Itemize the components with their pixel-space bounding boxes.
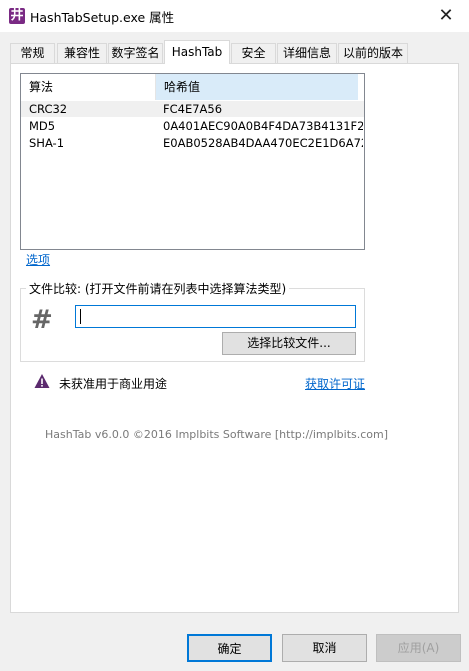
hash-row-md5[interactable]: MD5 0A401AEC90A0B4F4DA73B4131F24...	[21, 118, 364, 134]
algorithm-name: MD5	[29, 119, 56, 133]
file-compare-title: 文件比较: (打开文件前请在列表中选择算法类型)	[26, 280, 290, 297]
hash-value: FC4E7A56	[163, 102, 223, 116]
hash-row-sha1[interactable]: SHA-1 E0AB0528AB4DAA470EC2E1D6A72...	[21, 135, 364, 151]
tab-previous-versions[interactable]: 以前的版本	[338, 43, 408, 63]
select-compare-file-button[interactable]: 选择比较文件...	[222, 332, 356, 355]
tab-digital-signatures[interactable]: 数字签名	[108, 43, 163, 63]
hash-list-header: 算法 哈希值	[21, 74, 364, 100]
get-license-link[interactable]: 获取许可证	[305, 375, 365, 392]
options-link[interactable]: 选项	[26, 251, 50, 268]
tab-details[interactable]: 详细信息	[277, 43, 337, 63]
hash-icon: #	[31, 305, 53, 335]
commercial-use-warning: 未获准用于商业用途	[59, 377, 168, 391]
title-bar: 井 HashTabSetup.exe 属性 ✕	[0, 0, 469, 32]
close-icon[interactable]: ✕	[428, 2, 464, 30]
column-header-algorithm[interactable]: 算法	[21, 74, 155, 100]
copyright-text: HashTab v6.0.0 ©2016 Implbits Software […	[45, 428, 389, 441]
hash-value: 0A401AEC90A0B4F4DA73B4131F24...	[163, 119, 363, 133]
warning-icon	[34, 374, 50, 388]
cancel-button[interactable]: 取消	[282, 634, 367, 662]
algorithm-name: SHA-1	[29, 136, 65, 150]
tab-security[interactable]: 安全	[231, 43, 276, 63]
tab-hashtab[interactable]: HashTab	[164, 40, 230, 64]
tab-general[interactable]: 常规	[10, 43, 55, 63]
compare-hash-input[interactable]	[75, 305, 356, 328]
column-header-hash-value[interactable]: 哈希值	[155, 74, 358, 100]
ok-button[interactable]: 确定	[187, 634, 272, 662]
tab-compatibility[interactable]: 兼容性	[57, 43, 107, 63]
text-caret	[80, 309, 81, 324]
algorithm-name: CRC32	[29, 102, 68, 116]
hash-row-crc32[interactable]: CRC32 FC4E7A56	[21, 101, 364, 117]
apply-button[interactable]: 应用(A)	[376, 634, 461, 662]
window-title: HashTabSetup.exe 属性	[30, 10, 175, 25]
hash-list[interactable]: 算法 哈希值 CRC32 FC4E7A56 MD5 0A401AEC90A0B4…	[20, 73, 365, 250]
hashtab-app-icon: 井	[9, 8, 25, 24]
hash-value: E0AB0528AB4DAA470EC2E1D6A72...	[163, 136, 363, 150]
